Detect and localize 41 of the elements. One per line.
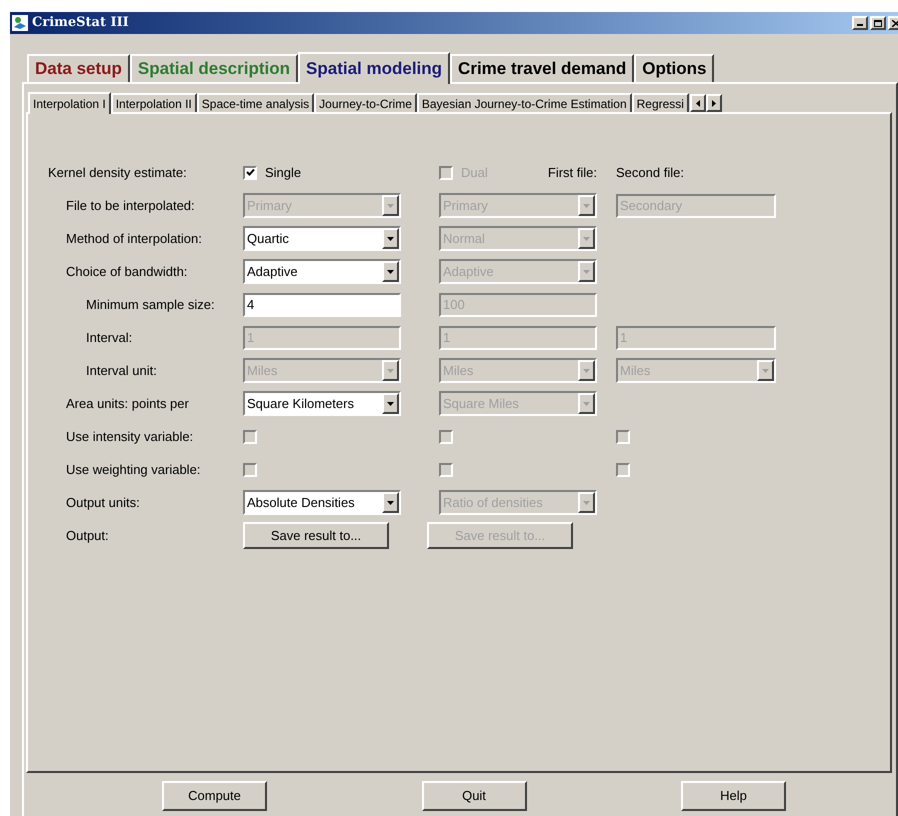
field-label: Use intensity variable: [66, 428, 194, 444]
maximize-icon[interactable] [870, 16, 886, 30]
dropdown[interactable]: Square Kilometers [243, 391, 401, 416]
column-header: First file: [548, 164, 597, 182]
main-tab[interactable]: Options [634, 54, 714, 82]
column-header: Second file: [616, 164, 684, 182]
main-tab[interactable]: Crime travel demand [450, 54, 634, 82]
dropdown[interactable]: Quartic [243, 226, 401, 251]
sub-tab[interactable]: Space-time analysis [196, 93, 314, 112]
sub-tab[interactable]: Interpolation I [28, 92, 111, 114]
field-label: Interval unit: [86, 362, 157, 378]
window-title: CrimeStat III [32, 14, 129, 32]
scroll-left-icon[interactable] [690, 94, 706, 112]
sub-tab[interactable]: Interpolation II [110, 93, 197, 112]
field-label: File to be interpolated: [66, 198, 195, 212]
scroll-right-icon[interactable] [706, 94, 722, 112]
dropdown[interactable]: Absolute Densities [243, 490, 401, 515]
field-label: Interval: [86, 330, 132, 344]
dropdown[interactable]: Adaptive [243, 259, 401, 284]
field-label: Kernel density estimate: [48, 164, 187, 180]
field-label: Output units: [66, 494, 140, 510]
main-tab[interactable]: Data setup [27, 54, 130, 82]
field-label: Use weighting variable: [66, 462, 200, 476]
sub-tab[interactable]: Regressi [632, 93, 689, 112]
sub-tab[interactable]: Bayesian Journey-to-Crime Estimation [416, 93, 632, 112]
dialog-button[interactable]: Quit [422, 781, 526, 811]
field-label: Choice of bandwidth: [66, 264, 188, 278]
checkbox-label: Single [265, 164, 302, 182]
field-label: Output: [66, 528, 109, 542]
checkbox[interactable] [243, 166, 257, 180]
field-label: Minimum sample size: [86, 296, 215, 312]
field-label: Method of interpolation: [66, 230, 202, 246]
app-icon [12, 15, 28, 31]
input-field[interactable]: 4 [243, 292, 401, 316]
minimize-icon[interactable] [852, 16, 868, 30]
sub-tab[interactable]: Journey-to-Crime [314, 93, 417, 112]
field-label: Area units: points per [66, 396, 189, 410]
main-tab[interactable]: Spatial modeling [298, 52, 450, 84]
save-button[interactable]: Save result to... [243, 522, 389, 549]
dialog-button[interactable]: Help [681, 781, 786, 811]
dialog-button[interactable]: Compute [162, 781, 267, 811]
